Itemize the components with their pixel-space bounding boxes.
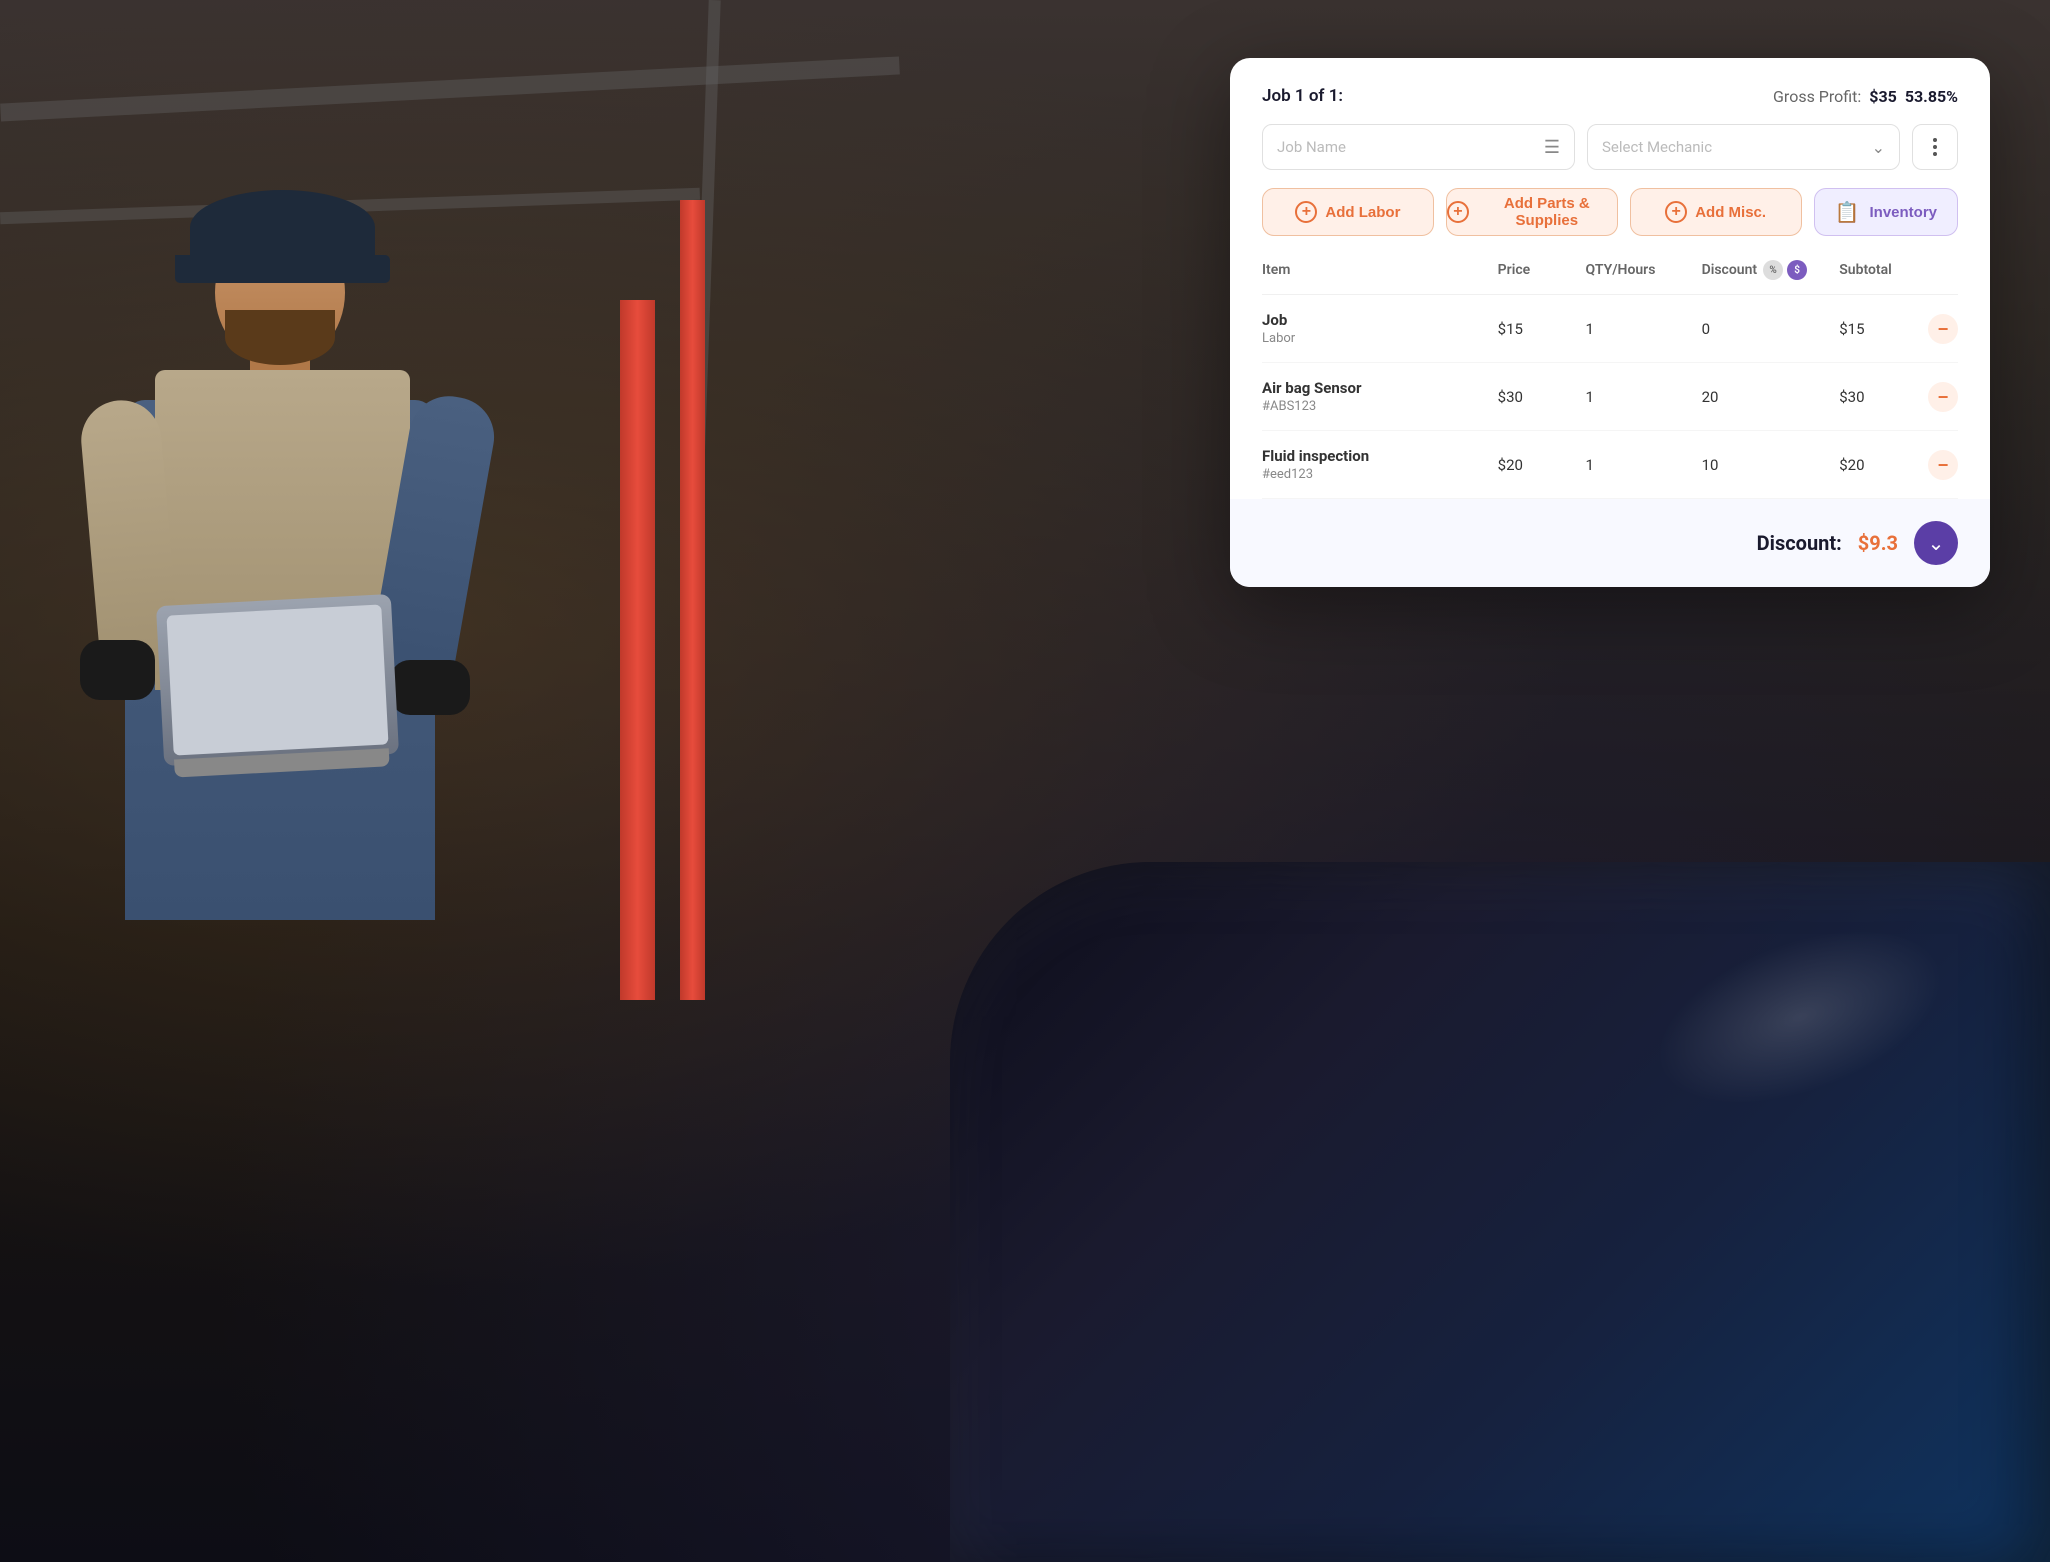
discount-footer: Discount: $9.3 ⌄ [1230,499,1990,587]
gross-profit-percent: 53.85% [1905,87,1958,106]
add-misc-icon: + [1665,201,1687,223]
chevron-down-icon: ⌄ [1928,531,1945,556]
cell-item-0: Job Labor [1262,295,1498,363]
remove-item-button-0[interactable]: − [1928,314,1958,344]
inventory-button[interactable]: 📋 Inventory [1814,188,1958,236]
cell-item-1: Air bag Sensor #ABS123 [1262,363,1498,431]
chevron-down-icon: ⌄ [1872,138,1885,157]
discount-icon-dollar[interactable]: $ [1787,260,1807,280]
car-reflection [1633,895,1966,1139]
input-row: Job Name ☰ Select Mechanic ⌄ [1262,124,1958,170]
discount-chevron-button[interactable]: ⌄ [1914,521,1958,565]
item-sub-0: Labor [1262,331,1498,346]
item-name-1: Air bag Sensor [1262,379,1498,397]
job-name-placeholder: Job Name [1277,138,1346,156]
action-row: + Add Labor + Add Parts & Supplies + Add… [1262,188,1958,236]
items-table: Item Price QTY/Hours Discount % $ [1262,260,1958,499]
add-parts-icon: + [1447,201,1469,223]
lift-column-1 [620,300,655,1000]
job-name-input[interactable]: Job Name ☰ [1262,124,1575,170]
cell-subtotal-1: $30 [1839,363,1928,431]
cell-price-2: $20 [1498,431,1586,499]
table-row: Job Labor $15 1 0 $15 − [1262,295,1958,363]
list-icon: ☰ [1544,137,1560,158]
add-labor-icon: + [1295,201,1317,223]
item-name-0: Job [1262,311,1498,329]
discount-footer-label: Discount: [1757,531,1842,555]
col-header-price: Price [1498,260,1586,295]
mechanic-select[interactable]: Select Mechanic ⌄ [1587,124,1900,170]
car-hood [950,862,2050,1562]
col-header-item: Item [1262,260,1498,295]
inventory-label: Inventory [1869,204,1937,221]
cell-item-2: Fluid inspection #eed123 [1262,431,1498,499]
discount-toggle-icons: % $ [1763,260,1807,280]
item-sub-1: #ABS123 [1262,399,1498,414]
cell-action-0: − [1928,295,1958,363]
item-sub-2: #eed123 [1262,467,1498,482]
cell-qty-1: 1 [1585,363,1701,431]
cell-discount-2: 10 [1702,431,1840,499]
dot1 [1933,138,1937,142]
cell-action-2: − [1928,431,1958,499]
gross-profit-amount: $35 [1869,87,1897,106]
add-misc-label: Add Misc. [1695,204,1766,221]
discount-footer-amount: $9.3 [1858,531,1898,555]
more-options-button[interactable] [1912,124,1958,170]
cell-price-0: $15 [1498,295,1586,363]
card-header: Job 1 of 1: Gross Profit: $35 53.85% [1262,86,1958,106]
lift-column-2 [680,200,705,1000]
add-labor-button[interactable]: + Add Labor [1262,188,1434,236]
add-parts-button[interactable]: + Add Parts & Supplies [1446,188,1618,236]
table-row: Fluid inspection #eed123 $20 1 10 $20 − [1262,431,1958,499]
col-header-qty: QTY/Hours [1585,260,1701,295]
remove-item-button-2[interactable]: − [1928,450,1958,480]
cell-subtotal-0: $15 [1839,295,1928,363]
dot3 [1933,152,1937,156]
main-card: Job 1 of 1: Gross Profit: $35 53.85% Job… [1230,58,1990,587]
cell-price-1: $30 [1498,363,1586,431]
dot2 [1933,145,1937,149]
col-header-action [1928,260,1958,295]
inventory-icon: 📋 [1835,200,1860,225]
gross-profit-section: Gross Profit: $35 53.85% [1773,87,1958,106]
cell-action-1: − [1928,363,1958,431]
mechanic-placeholder: Select Mechanic [1602,138,1712,156]
job-title: Job 1 of 1: [1262,86,1343,106]
cell-qty-2: 1 [1585,431,1701,499]
add-parts-label: Add Parts & Supplies [1477,195,1617,229]
col-header-subtotal: Subtotal [1839,260,1928,295]
cell-subtotal-2: $20 [1839,431,1928,499]
cell-discount-0: 0 [1702,295,1840,363]
cell-qty-0: 1 [1585,295,1701,363]
add-misc-button[interactable]: + Add Misc. [1630,188,1802,236]
gross-profit-label: Gross Profit: [1773,87,1861,106]
discount-icon-percent[interactable]: % [1763,260,1783,280]
cell-discount-1: 20 [1702,363,1840,431]
table-row: Air bag Sensor #ABS123 $30 1 20 $30 − [1262,363,1958,431]
add-labor-label: Add Labor [1325,204,1400,221]
col-header-discount: Discount % $ [1702,260,1840,295]
item-name-2: Fluid inspection [1262,447,1498,465]
mechanic-figure [60,100,560,1300]
remove-item-button-1[interactable]: − [1928,382,1958,412]
